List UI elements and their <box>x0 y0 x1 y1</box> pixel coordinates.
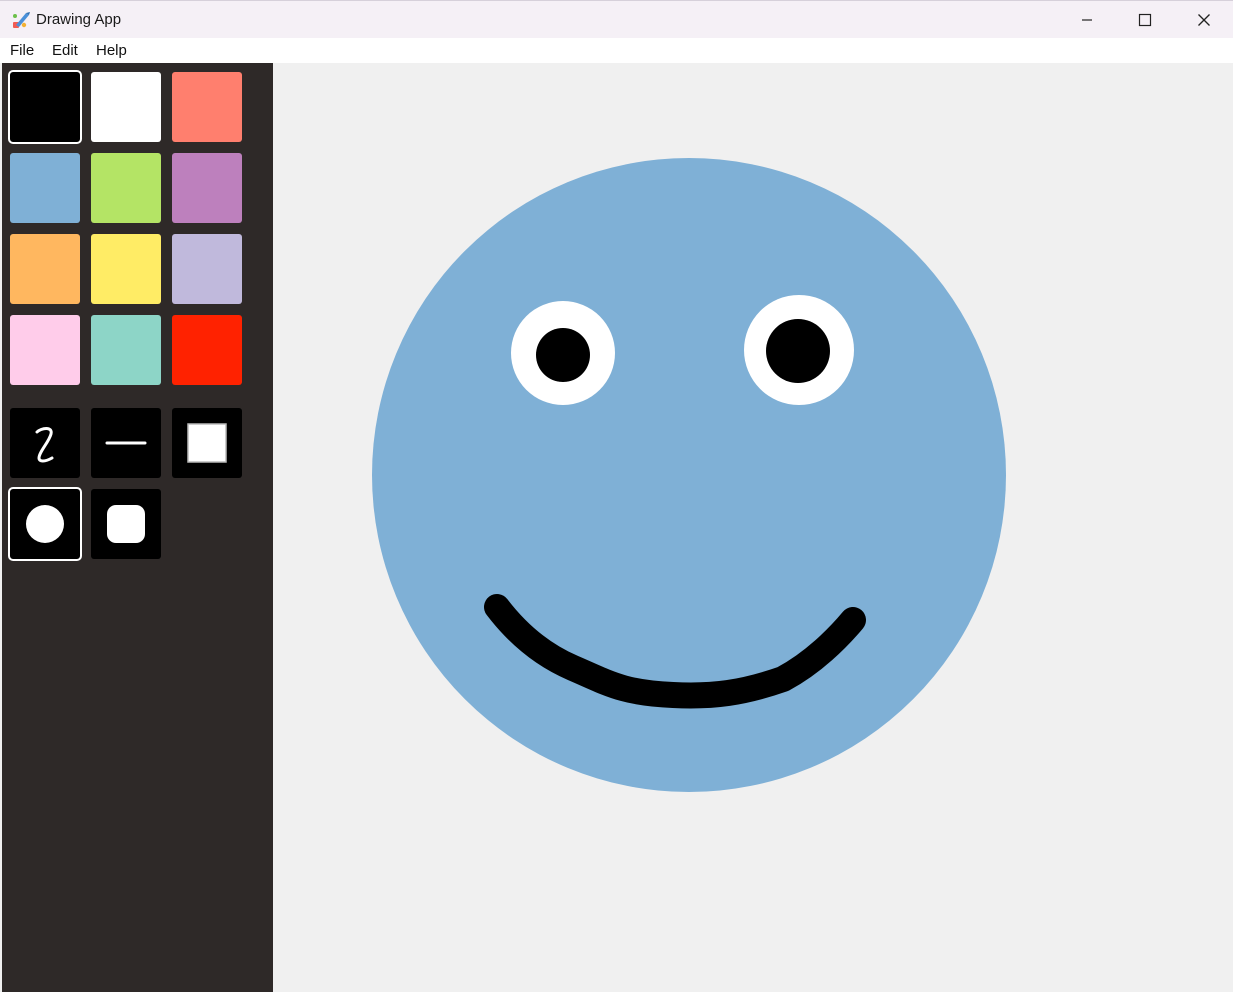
color-swatch-white[interactable] <box>91 72 161 142</box>
line-icon <box>105 441 147 445</box>
close-button[interactable] <box>1175 1 1233 39</box>
color-swatch-teal[interactable] <box>91 315 161 385</box>
color-swatch-green[interactable] <box>91 153 161 223</box>
app-window: Drawing App File Edit Help <box>0 0 1233 992</box>
close-icon <box>1198 14 1210 26</box>
tool-sidebar <box>2 63 273 992</box>
minimize-button[interactable] <box>1058 1 1116 39</box>
left-eye-pupil <box>536 328 590 382</box>
tool-circle-button[interactable] <box>8 487 82 561</box>
color-swatch-purple[interactable] <box>172 153 242 223</box>
tool-freehand-button[interactable] <box>10 408 80 478</box>
color-swatch-red[interactable] <box>172 315 242 385</box>
canvas-drawing <box>372 158 1006 792</box>
menu-edit[interactable]: Edit <box>51 42 79 59</box>
menu-help[interactable]: Help <box>95 42 128 59</box>
drawing-canvas[interactable] <box>273 63 1233 992</box>
app-icon <box>13 12 30 28</box>
menu-file[interactable]: File <box>9 42 35 59</box>
rectangle-icon <box>187 423 227 463</box>
maximize-icon <box>1138 13 1152 27</box>
color-swatch-yellow[interactable] <box>91 234 161 304</box>
color-swatch-pink[interactable] <box>10 315 80 385</box>
maximize-button[interactable] <box>1116 1 1174 39</box>
window-title: Drawing App <box>36 11 122 28</box>
title-bar[interactable]: Drawing App <box>0 0 1233 38</box>
color-swatch-black[interactable] <box>8 70 82 144</box>
freehand-pen-icon <box>35 427 54 463</box>
tool-rectangle-button[interactable] <box>172 408 242 478</box>
color-swatch-salmon[interactable] <box>172 72 242 142</box>
rounded-rectangle-icon <box>107 505 145 543</box>
minimize-icon <box>1082 19 1092 21</box>
menu-bar: File Edit Help <box>0 38 1233 63</box>
tool-rounded-rectangle-button[interactable] <box>91 489 161 559</box>
color-swatch-blue[interactable] <box>10 153 80 223</box>
circle-icon <box>26 505 64 543</box>
right-eye-pupil <box>766 319 830 383</box>
color-swatch-lavender[interactable] <box>172 234 242 304</box>
tool-line-button[interactable] <box>91 408 161 478</box>
color-swatch-orange[interactable] <box>10 234 80 304</box>
